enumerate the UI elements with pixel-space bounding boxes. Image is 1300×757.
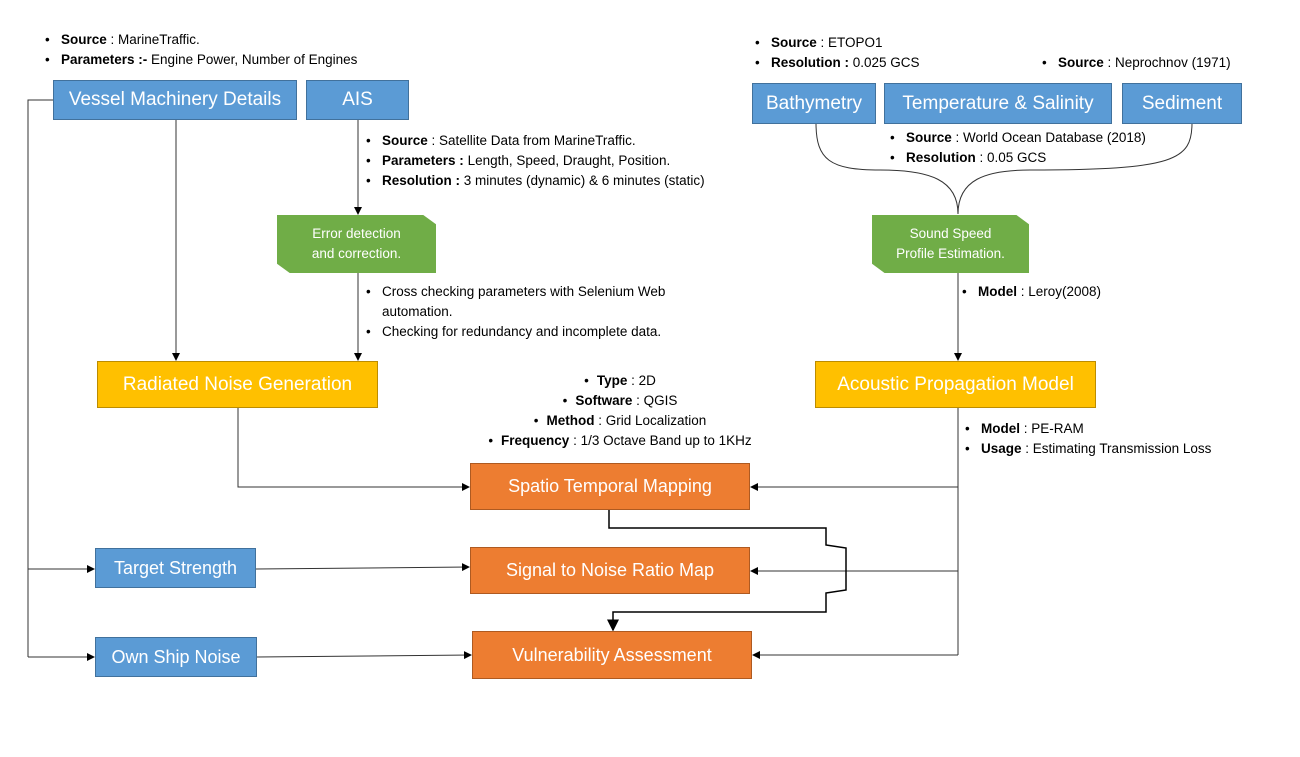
note-item: Source : World Ocean Database (2018) bbox=[890, 128, 1146, 148]
note-key: Source bbox=[1058, 55, 1104, 70]
snr-map-box: Signal to Noise Ratio Map bbox=[470, 547, 750, 594]
spatio-temporal-mapping-box: Spatio Temporal Mapping bbox=[470, 463, 750, 510]
note-item: Model : PE-RAM bbox=[965, 419, 1211, 439]
note-value: Checking for redundancy and incomplete d… bbox=[382, 324, 662, 339]
note-key: Frequency bbox=[501, 433, 570, 448]
note-value: : Leroy(2008) bbox=[1017, 284, 1102, 299]
note-item: Source : Satellite Data from MarineTraff… bbox=[366, 131, 705, 151]
temperature-salinity-notes: Source : World Ocean Database (2018) Res… bbox=[890, 128, 1146, 168]
note-key: Parameters : bbox=[382, 153, 464, 168]
note-value: Engine Power, Number of Engines bbox=[147, 52, 358, 67]
bathymetry-box: Bathymetry bbox=[752, 83, 876, 124]
note-item: Type : 2D bbox=[440, 371, 800, 391]
note-item: Resolution : 0.025 GCS bbox=[755, 53, 920, 73]
note-value: : Estimating Transmission Loss bbox=[1021, 441, 1212, 456]
note-item: Usage : Estimating Transmission Loss bbox=[965, 439, 1211, 459]
target-strength-box: Target Strength bbox=[95, 548, 256, 588]
note-value: : Neprochnov (1971) bbox=[1103, 55, 1231, 70]
note-key: Model bbox=[978, 284, 1017, 299]
note-key: Resolution : bbox=[771, 55, 849, 70]
sediment-box: Sediment bbox=[1122, 83, 1242, 124]
note-item: Resolution : 0.05 GCS bbox=[890, 148, 1146, 168]
error-detection-box: Error detection and correction. bbox=[277, 215, 436, 273]
temperature-salinity-box: Temperature & Salinity bbox=[884, 83, 1112, 124]
connector bbox=[255, 563, 470, 572]
note-item: Method : Grid Localization bbox=[440, 411, 800, 431]
note-item: Source : Neprochnov (1971) bbox=[1042, 53, 1231, 73]
note-key: Software bbox=[575, 393, 633, 408]
connector bbox=[256, 651, 472, 660]
note-key: Type bbox=[596, 373, 628, 388]
note-key: Model bbox=[981, 421, 1020, 436]
vulnerability-assessment-box: Vulnerability Assessment bbox=[472, 631, 752, 679]
note-value: : 2D bbox=[627, 373, 656, 388]
sound-speed-box: Sound Speed Profile Estimation. bbox=[872, 215, 1029, 273]
box-label: Error detection bbox=[312, 226, 401, 241]
acoustic-propagation-box: Acoustic Propagation Model bbox=[815, 361, 1096, 408]
note-key: Parameters :- bbox=[61, 52, 148, 67]
note-value: : QGIS bbox=[632, 393, 678, 408]
note-value: automation. bbox=[382, 304, 453, 319]
error-notes: Cross checking parameters with Selenium … bbox=[366, 282, 665, 342]
note-item: Source : MarineTraffic. bbox=[45, 30, 357, 50]
note-key: Source bbox=[61, 32, 107, 47]
box-label: Sound Speed bbox=[909, 226, 992, 241]
note-key: Resolution : bbox=[382, 173, 460, 188]
note-key: Source bbox=[771, 35, 817, 50]
note-key: Method bbox=[546, 413, 595, 428]
note-item: Parameters :- Engine Power, Number of En… bbox=[45, 50, 357, 70]
note-key: Source bbox=[906, 130, 952, 145]
note-value: : Grid Localization bbox=[594, 413, 707, 428]
note-item: Cross checking parameters with Selenium … bbox=[366, 282, 665, 302]
note-value: Length, Speed, Draught, Position. bbox=[463, 153, 671, 168]
note-value: : 0.05 GCS bbox=[975, 150, 1047, 165]
note-item-continuation: automation. bbox=[366, 302, 665, 322]
acoustic-notes: Model : PE-RAM Usage : Estimating Transm… bbox=[965, 419, 1211, 459]
note-value: Cross checking parameters with Selenium … bbox=[382, 284, 666, 299]
note-item: Resolution : 3 minutes (dynamic) & 6 min… bbox=[366, 171, 705, 191]
note-item: Checking for redundancy and incomplete d… bbox=[366, 322, 665, 342]
bathymetry-notes: Source : ETOPO1 Resolution : 0.025 GCS bbox=[755, 33, 920, 73]
ais-notes: Source : Satellite Data from MarineTraff… bbox=[366, 131, 705, 191]
connector bbox=[237, 408, 470, 491]
note-item: Source : ETOPO1 bbox=[755, 33, 920, 53]
own-ship-noise-box: Own Ship Noise bbox=[95, 637, 257, 677]
box-label: Profile Estimation. bbox=[896, 246, 1005, 261]
note-value: : MarineTraffic. bbox=[106, 32, 200, 47]
note-item: Software : QGIS bbox=[440, 391, 800, 411]
note-item: Model : Leroy(2008) bbox=[962, 282, 1101, 302]
vessel-machinery-box: Vessel Machinery Details bbox=[53, 80, 297, 120]
mapping-notes: Type : 2D Software : QGIS Method : Grid … bbox=[440, 371, 800, 451]
note-value: : Satellite Data from MarineTraffic. bbox=[427, 133, 636, 148]
note-value: 3 minutes (dynamic) & 6 minutes (static) bbox=[460, 173, 705, 188]
note-item: Parameters : Length, Speed, Draught, Pos… bbox=[366, 151, 705, 171]
sediment-notes: Source : Neprochnov (1971) bbox=[1042, 53, 1231, 73]
note-key: Usage bbox=[981, 441, 1022, 456]
note-value: : ETOPO1 bbox=[816, 35, 883, 50]
flowchart: Source : MarineTraffic. Parameters :- En… bbox=[0, 0, 1300, 757]
sound-speed-notes: Model : Leroy(2008) bbox=[962, 282, 1101, 302]
box-label: and correction. bbox=[311, 246, 402, 261]
ais-box: AIS bbox=[306, 80, 409, 120]
connector bbox=[27, 99, 53, 657]
note-value: : World Ocean Database (2018) bbox=[951, 130, 1146, 145]
note-key: Resolution bbox=[906, 150, 976, 165]
note-value: : PE-RAM bbox=[1020, 421, 1084, 436]
note-key: Source bbox=[382, 133, 428, 148]
vessel-notes: Source : MarineTraffic. Parameters :- En… bbox=[45, 30, 357, 70]
radiated-noise-box: Radiated Noise Generation bbox=[97, 361, 378, 408]
note-value: : 1/3 Octave Band up to 1KHz bbox=[569, 433, 752, 448]
note-item: Frequency : 1/3 Octave Band up to 1KHz bbox=[440, 431, 800, 451]
note-value: 0.025 GCS bbox=[849, 55, 920, 70]
